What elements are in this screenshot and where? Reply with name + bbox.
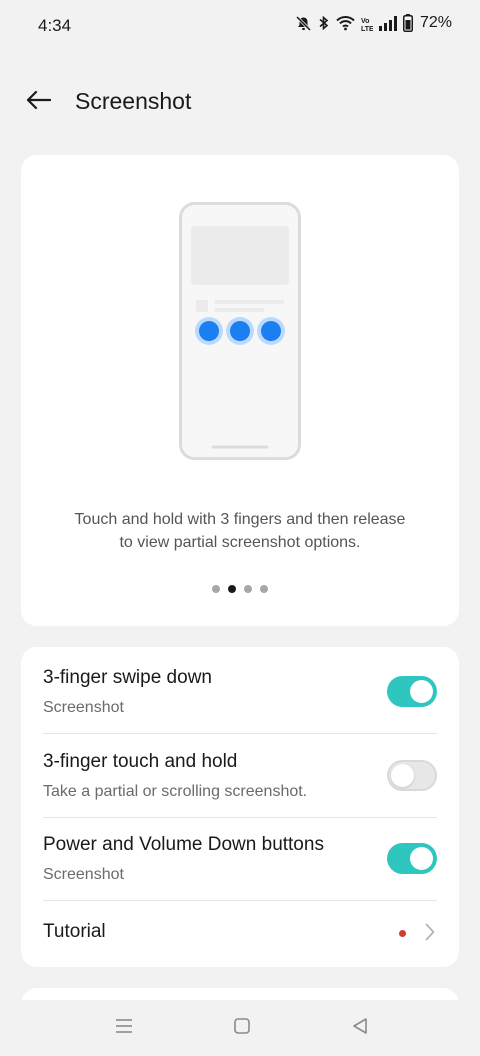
- setting-tutorial[interactable]: Tutorial: [21, 901, 459, 967]
- wifi-icon: [336, 15, 355, 31]
- setting-subtitle: Screenshot: [43, 699, 124, 716]
- page-dot-active[interactable]: [228, 585, 236, 593]
- swipe-down-toggle[interactable]: [387, 676, 437, 707]
- setting-title: Tutorial: [43, 921, 106, 942]
- setting-power-volume-down[interactable]: Power and Volume Down buttons Screenshot: [21, 818, 459, 900]
- toggle-knob: [410, 847, 433, 870]
- back-button[interactable]: [22, 86, 54, 118]
- setting-title: 3-finger touch and hold: [43, 751, 238, 772]
- back-icon: [351, 1017, 369, 1040]
- volte-icon: Vo LTE: [361, 15, 373, 32]
- status-icons: Vo LTE 72%: [295, 14, 452, 32]
- svg-text:Vo: Vo: [361, 18, 369, 25]
- new-badge-dot: [399, 930, 406, 937]
- page-dot[interactable]: [260, 585, 268, 593]
- toggle-knob: [391, 764, 414, 787]
- battery-icon: [402, 14, 413, 32]
- caption-line-1: Touch and hold with 3 fingers and then r…: [74, 511, 406, 528]
- recents-button[interactable]: [110, 1014, 138, 1042]
- status-time: 4:34: [38, 16, 72, 35]
- status-bar: 4:34 Vo LTE 72%: [0, 0, 480, 54]
- setting-title: Power and Volume Down buttons: [43, 834, 324, 855]
- bluetooth-icon: [318, 15, 330, 32]
- page-dot[interactable]: [212, 585, 220, 593]
- home-icon: [233, 1017, 251, 1040]
- home-button[interactable]: [228, 1014, 256, 1042]
- arrow-left-icon: [25, 90, 52, 115]
- svg-text:LTE: LTE: [361, 26, 373, 32]
- setting-subtitle: Screenshot: [43, 866, 124, 883]
- page-title: Screenshot: [75, 88, 192, 114]
- touch-hold-toggle[interactable]: [387, 760, 437, 791]
- illustration-caption: Touch and hold with 3 fingers and then r…: [21, 508, 459, 554]
- setting-title: 3-finger swipe down: [43, 667, 212, 688]
- battery-percent: 72%: [419, 14, 452, 31]
- toggle-knob: [410, 680, 433, 703]
- setting-subtitle: Take a partial or scrolling screenshot.: [43, 783, 308, 800]
- finger-dots: [195, 317, 285, 345]
- signal-icon: [378, 15, 397, 31]
- menu-icon: [115, 1018, 133, 1039]
- setting-3-finger-touch-hold[interactable]: 3-finger touch and hold Take a partial o…: [21, 734, 459, 817]
- mute-icon: [295, 15, 312, 32]
- system-back-button[interactable]: [346, 1014, 374, 1042]
- power-volume-toggle[interactable]: [387, 843, 437, 874]
- gesture-illustration-card: Touch and hold with 3 fingers and then r…: [21, 155, 459, 626]
- settings-list: 3-finger swipe down Screenshot 3-finger …: [21, 647, 459, 967]
- setting-3-finger-swipe-down[interactable]: 3-finger swipe down Screenshot: [21, 647, 459, 733]
- phone-illustration: [179, 202, 301, 465]
- app-header: Screenshot: [0, 70, 480, 134]
- caption-line-2: to view partial screenshot options.: [119, 534, 361, 551]
- chevron-right-icon: [425, 923, 435, 946]
- system-nav-bar: [0, 1000, 480, 1056]
- page-indicator[interactable]: [21, 585, 459, 593]
- page-dot[interactable]: [244, 585, 252, 593]
